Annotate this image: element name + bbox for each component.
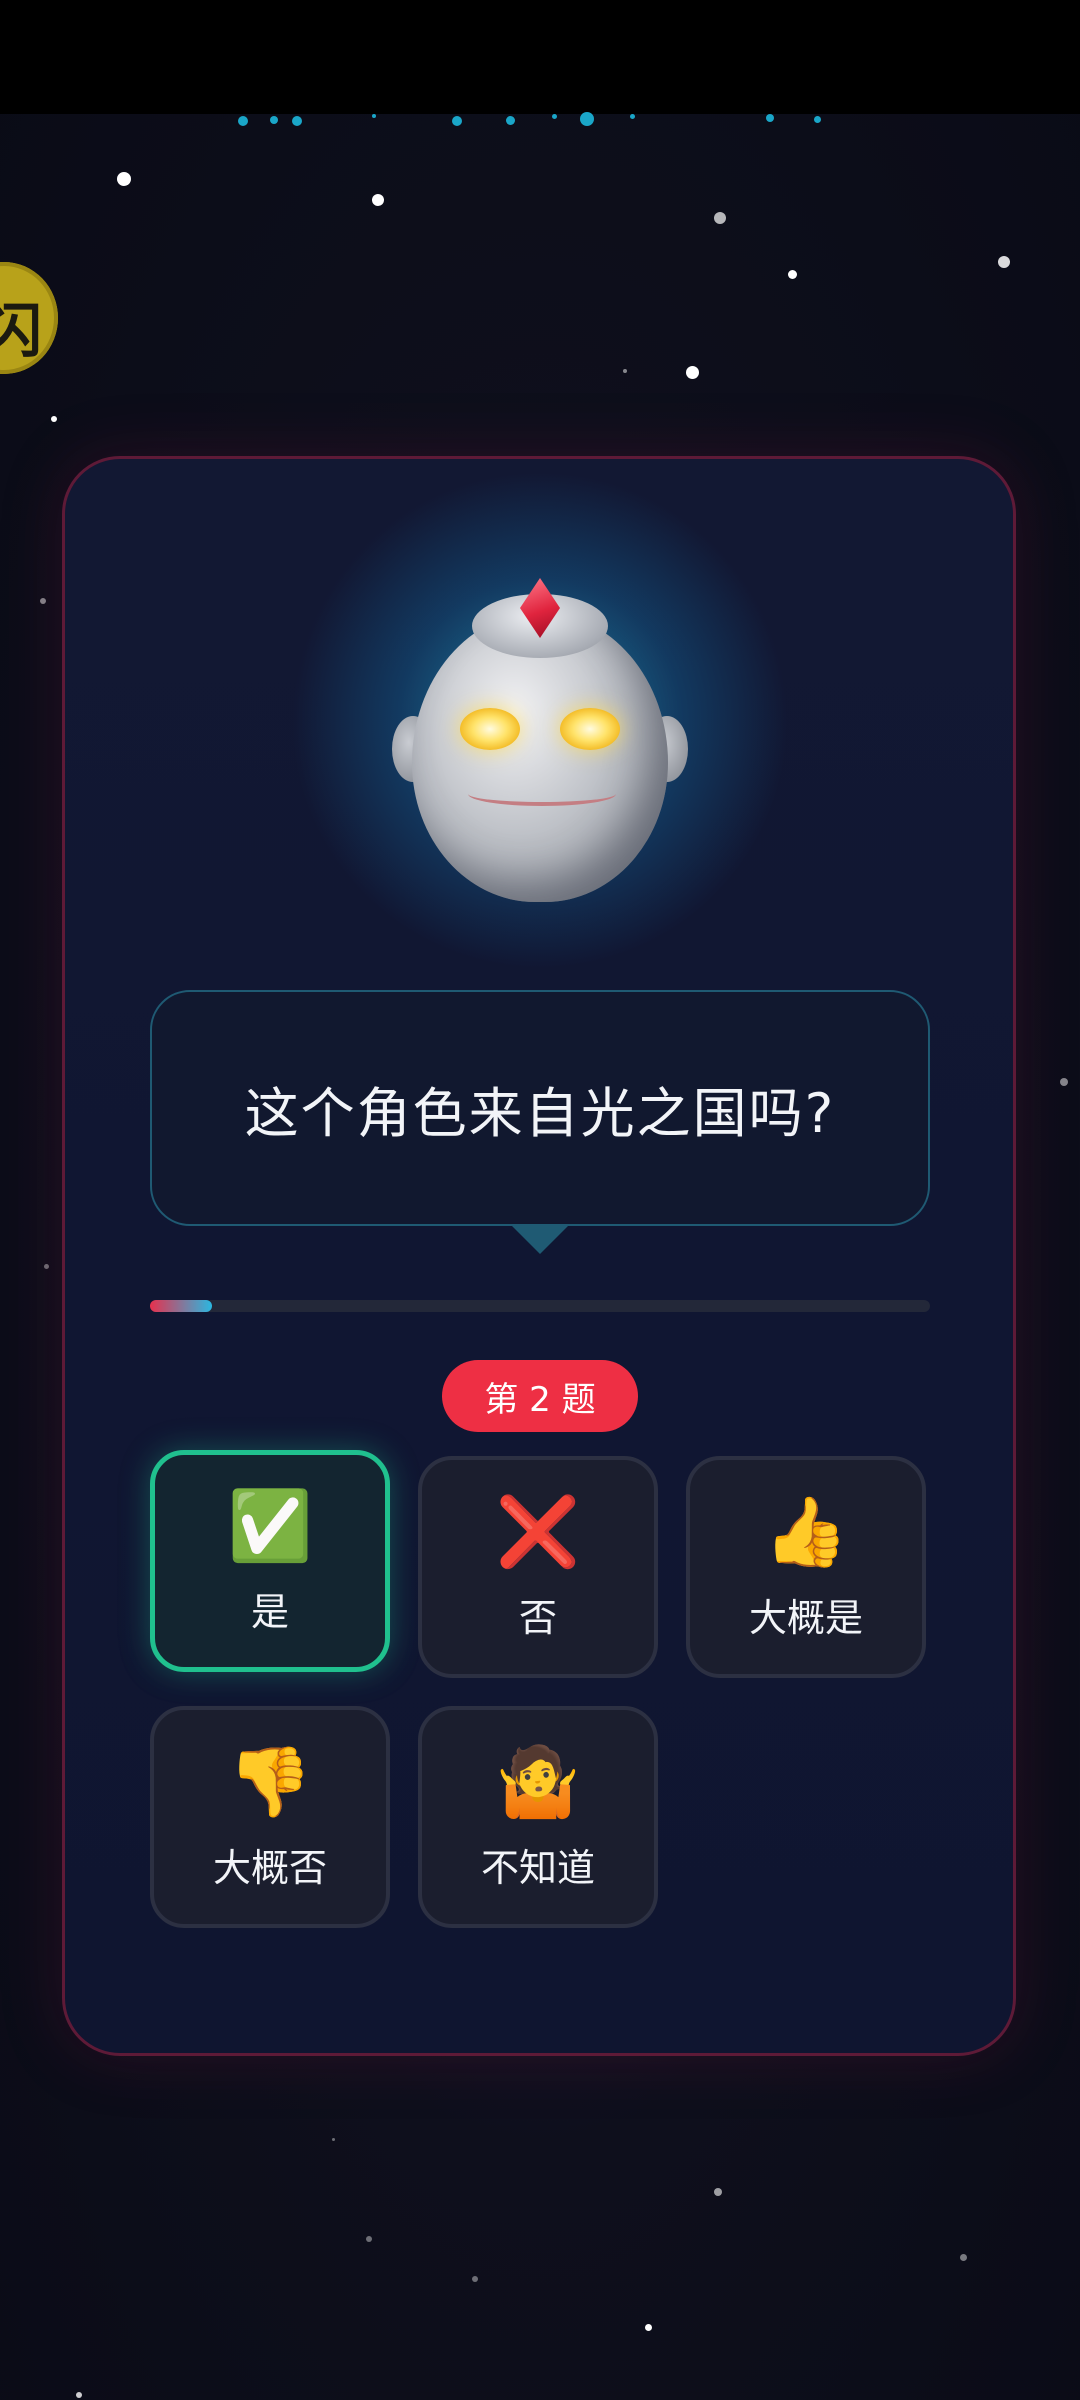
- status-bar: [0, 0, 1080, 114]
- answer-label: 是: [250, 1589, 289, 1634]
- progress-fill: [150, 1300, 213, 1312]
- answer-label: 不知道: [480, 1845, 595, 1890]
- answer-label: 否: [518, 1595, 557, 1640]
- answer-label: 大概是: [748, 1595, 863, 1640]
- progress-bar: [150, 1300, 930, 1312]
- cross-icon: ❌: [495, 1492, 581, 1572]
- shrug-icon: 🤷: [495, 1742, 581, 1822]
- answer-dont-know-button[interactable]: 🤷 不知道: [418, 1706, 658, 1928]
- answer-no-button[interactable]: ❌ 否: [418, 1456, 658, 1678]
- thumbs-down-icon: 👎: [227, 1742, 313, 1822]
- question-number-badge: 第 2 题: [442, 1360, 638, 1432]
- answer-probably-yes-button[interactable]: 👍 大概是: [686, 1456, 926, 1678]
- answer-yes-button[interactable]: ✅ 是: [150, 1450, 390, 1672]
- question-text: 这个角色来自光之国吗?: [244, 1081, 836, 1145]
- check-icon: ✅: [227, 1486, 313, 1566]
- thumbs-up-icon: 👍: [763, 1492, 849, 1572]
- lightning-coin-button[interactable]: 闪: [0, 262, 58, 374]
- answer-label: 大概否: [212, 1845, 327, 1890]
- question-bubble: 这个角色来自光之国吗?: [150, 990, 930, 1226]
- coin-glyph: 闪: [0, 297, 42, 365]
- answer-probably-no-button[interactable]: 👎 大概否: [150, 1706, 390, 1928]
